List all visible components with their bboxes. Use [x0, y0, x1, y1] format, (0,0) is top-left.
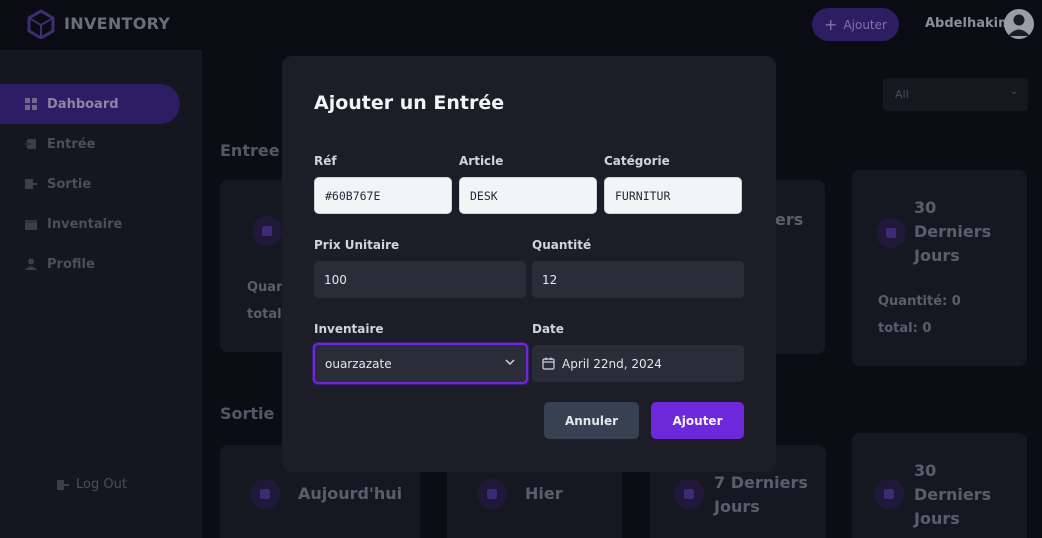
card-quantity: Quantité: 0 — [878, 294, 961, 309]
date-label: Date — [532, 322, 564, 336]
entry-card-icon — [876, 218, 906, 248]
card-title: 7 Derniers Jours — [714, 473, 808, 516]
inventaire-value: ouarzazate — [325, 356, 392, 371]
calendar-icon — [542, 357, 555, 370]
entry-card-icon — [252, 216, 282, 246]
plus-icon: + — [824, 14, 838, 34]
period-filter-select[interactable]: All ⌄ — [883, 78, 1028, 111]
sidebar-item-label: Profile — [47, 256, 95, 272]
sidebar-item-label: Inventaire — [47, 216, 123, 232]
calendar-icon — [25, 220, 37, 230]
entry-icon — [25, 139, 36, 149]
article-field[interactable]: DESK — [459, 177, 597, 214]
exit-card-icon — [874, 479, 904, 509]
sidebar-item-profile[interactable]: Profile — [0, 244, 180, 284]
logo-text: INVENTORY — [64, 14, 171, 33]
ref-field[interactable]: #60B767E — [314, 177, 452, 214]
exit-card-icon — [674, 479, 704, 509]
inventaire-select[interactable]: ouarzazate — [313, 343, 528, 384]
top-header: INVENTORY + Ajouter Abdelhakim — [0, 0, 1042, 50]
cube-logo-icon — [27, 9, 55, 39]
article-label: Article — [459, 154, 504, 168]
user-name: Abdelhakim — [925, 16, 1012, 31]
date-picker[interactable]: April 22nd, 2024 — [532, 345, 744, 382]
add-entry-modal: Ajouter un Entrée Réf #60B767E Article D… — [282, 56, 776, 472]
card-total: total: — [247, 307, 287, 322]
user-avatar-icon — [1008, 14, 1030, 36]
sidebar-item-label: Dahboard — [47, 96, 119, 112]
logout-button[interactable]: Log Out — [57, 477, 127, 492]
cancel-button[interactable]: Annuler — [544, 402, 639, 439]
sortie-card-30days: 30 Derniers Jours — [852, 433, 1027, 538]
inventaire-label: Inventaire — [314, 322, 384, 336]
exit-icon — [25, 179, 37, 189]
card-quantity: Quan — [247, 280, 286, 295]
sidebar-item-label: Entrée — [47, 136, 96, 152]
card-title: Hier — [525, 484, 563, 503]
dashboard-icon — [25, 98, 37, 110]
submit-button[interactable]: Ajouter — [651, 402, 744, 439]
card-title-partial: ers — [775, 210, 804, 229]
card-total: total: 0 — [878, 321, 932, 336]
card-title: Aujourd'hui — [298, 484, 403, 503]
prix-unitaire-field[interactable]: 100 — [314, 261, 526, 298]
card-title: 30 Derniers Jours — [914, 461, 992, 528]
filter-value: All — [895, 88, 909, 101]
ref-label: Réf — [314, 154, 337, 168]
chevron-down-icon — [505, 359, 515, 366]
header-add-label: Ajouter — [843, 17, 887, 32]
sidebar-item-label: Sortie — [47, 176, 92, 192]
quantite-label: Quantité — [532, 238, 592, 252]
sidebar-item-dashboard[interactable]: Dahboard — [0, 84, 180, 124]
sidebar: Dahboard Entrée Sortie Inventaire Profil… — [0, 50, 202, 538]
sortie-section-title: Sortie — [220, 404, 275, 423]
quantite-field[interactable]: 12 — [532, 261, 744, 298]
sidebar-item-sortie[interactable]: Sortie — [0, 164, 180, 204]
card-title: 30 Derniers Jours — [914, 198, 992, 265]
date-value: April 22nd, 2024 — [562, 356, 662, 371]
entree-section-title: Entree — [220, 141, 280, 160]
logout-icon — [57, 479, 69, 490]
modal-title: Ajouter un Entrée — [314, 92, 505, 114]
sidebar-item-inventaire[interactable]: Inventaire — [0, 204, 180, 244]
prix-label: Prix Unitaire — [314, 238, 400, 252]
chevron-down-icon: ⌄ — [1009, 86, 1018, 97]
exit-card-icon — [250, 479, 280, 509]
entree-card-30days: 30 Derniers Jours Quantité: 0 total: 0 — [852, 170, 1027, 366]
header-add-button[interactable]: + Ajouter — [812, 8, 899, 41]
sidebar-item-entree[interactable]: Entrée — [0, 124, 180, 164]
categorie-label: Catégorie — [604, 154, 670, 168]
avatar[interactable] — [1004, 9, 1034, 39]
categorie-field[interactable]: FURNITUR — [604, 177, 742, 214]
exit-card-icon — [477, 479, 507, 509]
logout-label: Log Out — [76, 477, 127, 492]
user-icon — [25, 258, 37, 270]
